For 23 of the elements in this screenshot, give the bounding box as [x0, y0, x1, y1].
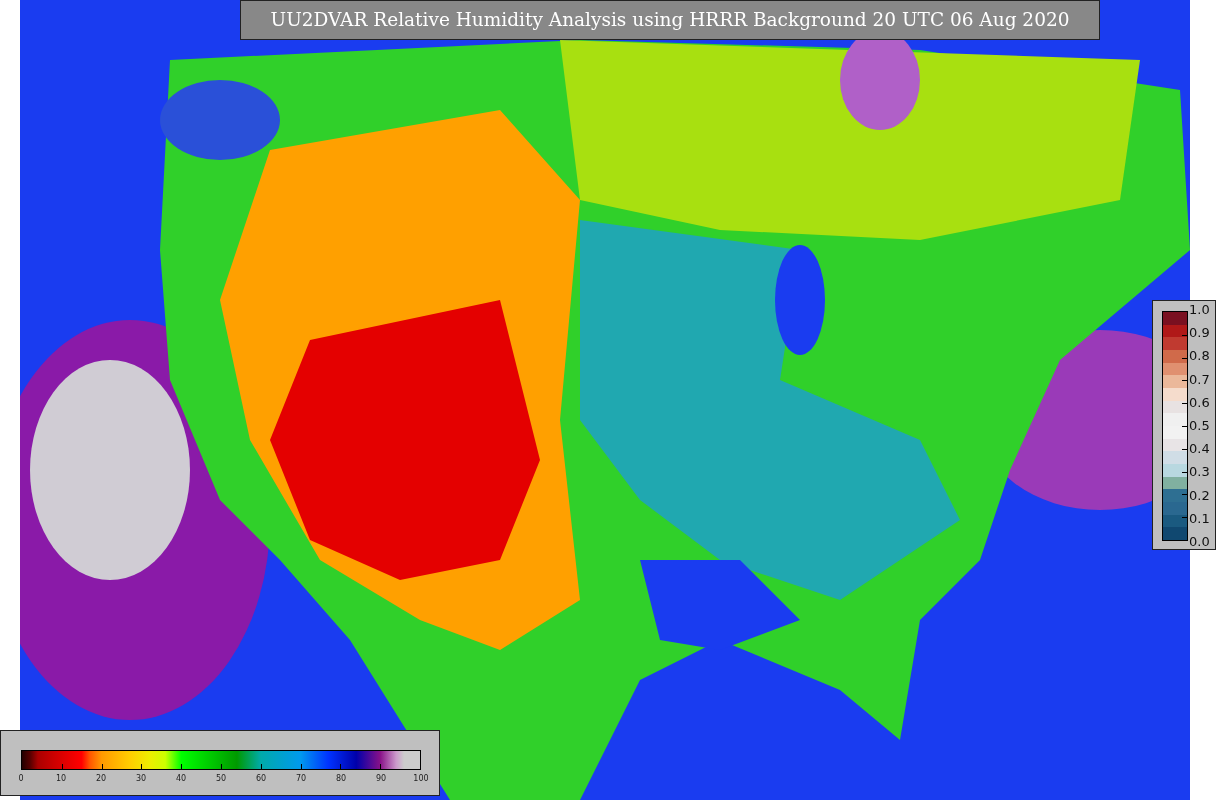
tick-label: 0.6: [1189, 394, 1210, 411]
tick-label: 80: [334, 774, 348, 784]
tick-label: 60: [254, 774, 268, 784]
tick-label: 0.8: [1189, 348, 1210, 365]
tick-label: 40: [174, 774, 188, 784]
chart-title: UU2DVAR Relative Humidity Analysis using HRRR Background 20 UTC 06 Aug 2020: [240, 0, 1100, 40]
tick-label: 0.7: [1189, 371, 1210, 388]
tick-label: 0.3: [1189, 464, 1210, 481]
tick-label: 20: [94, 774, 108, 784]
tick-label: 90: [374, 774, 388, 784]
tick-label: 100: [412, 774, 430, 784]
tick-label: 0: [17, 774, 25, 784]
tick-label: 0.2: [1189, 487, 1210, 504]
tick-label: 10: [54, 774, 68, 784]
tick-label: 30: [134, 774, 148, 784]
tick-label: 0.0: [1189, 533, 1210, 550]
tick-label: 1.0: [1189, 302, 1210, 318]
tick-label: 0.9: [1189, 325, 1210, 342]
tick-label: 0.1: [1189, 510, 1210, 527]
tick-label: 70: [294, 774, 308, 784]
tick-label: 0.4: [1189, 441, 1210, 458]
tick-label: 0.5: [1189, 417, 1210, 434]
tick-label: 50: [214, 774, 228, 784]
